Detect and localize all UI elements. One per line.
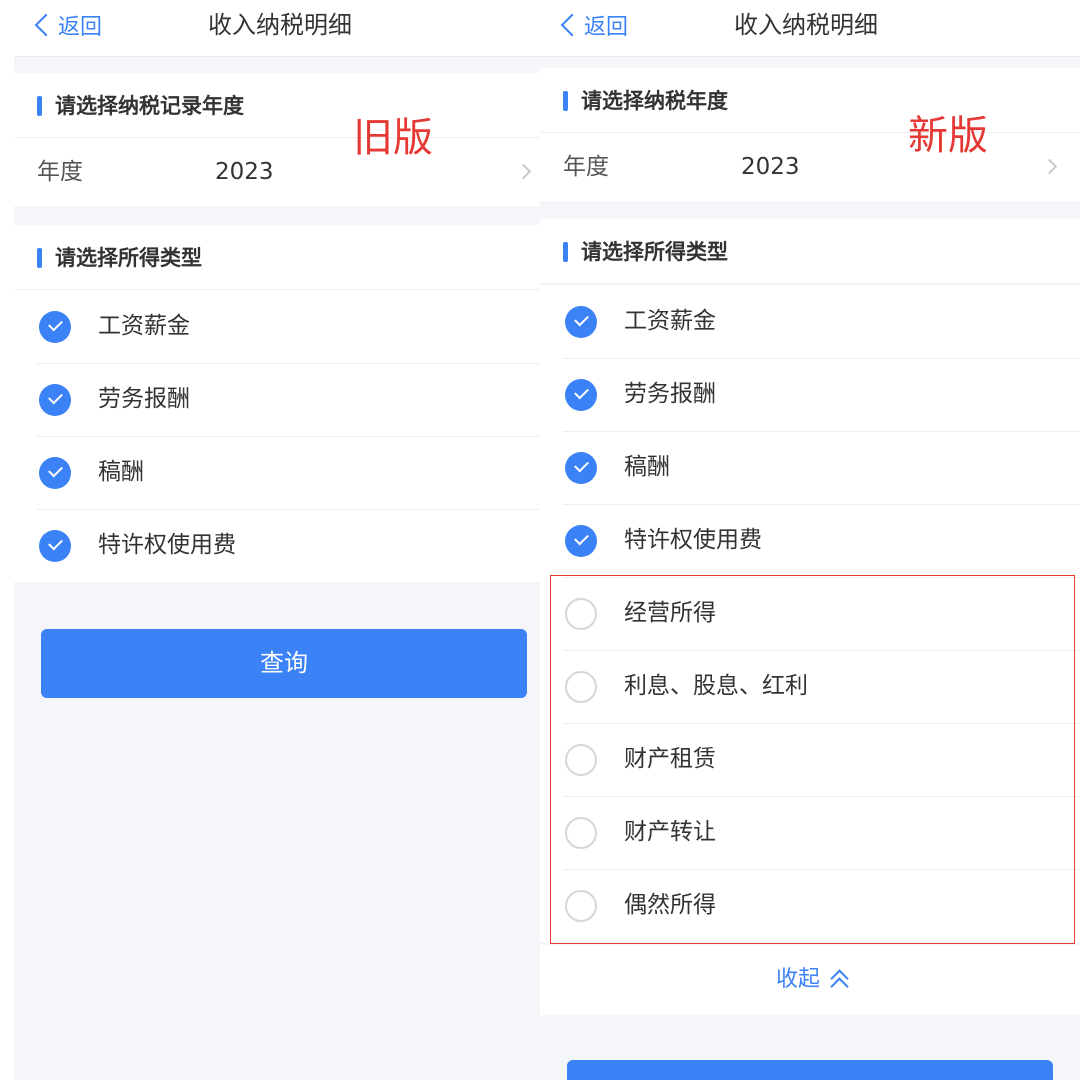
collapse-button[interactable]: 收起 <box>776 963 850 997</box>
year-section-header: 请选择纳税记录年度 <box>14 73 540 138</box>
section-marker <box>37 96 42 116</box>
income-type-label: 稿酬 <box>98 459 144 485</box>
back-label: 返回 <box>58 15 103 40</box>
chevron-left-icon <box>34 13 58 37</box>
income-section-title: 请选择所得类型 <box>55 246 202 270</box>
year-selector[interactable]: 年度 2023 <box>540 133 1080 201</box>
collapse-row: 收起 <box>540 945 1080 1015</box>
income-section-header: 请选择所得类型 <box>540 219 1080 284</box>
old-version-panel: 返回 收入纳税明细 请选择纳税记录年度 年度 2023 请选择所得类型 工资薪金… <box>14 0 540 1080</box>
year-value: 2023 <box>741 154 800 180</box>
income-type-option[interactable]: 稿酬 <box>540 431 1080 504</box>
income-type-label: 工资薪金 <box>98 313 190 339</box>
income-type-option[interactable]: 劳务报酬 <box>14 363 540 436</box>
back-button[interactable]: 返回 <box>34 8 102 42</box>
income-type-label: 工资薪金 <box>624 308 716 334</box>
income-section-header: 请选择所得类型 <box>14 225 540 290</box>
collapse-label: 收起 <box>776 967 821 992</box>
income-section-title: 请选择所得类型 <box>581 240 728 264</box>
income-type-label: 特许权使用费 <box>624 527 762 553</box>
year-section-title: 请选择纳税记录年度 <box>55 94 244 118</box>
year-section-title: 请选择纳税年度 <box>581 89 728 113</box>
section-marker <box>563 91 568 111</box>
year-section-header: 请选择纳税年度 <box>540 68 1080 133</box>
section-marker <box>563 242 568 262</box>
chevron-right-icon[interactable] <box>1041 158 1058 175</box>
income-type-option[interactable]: 稿酬 <box>14 436 540 509</box>
back-button[interactable]: 返回 <box>560 8 628 42</box>
checked-circle-icon[interactable] <box>565 452 597 484</box>
income-type-option[interactable]: 特许权使用费 <box>540 504 1080 577</box>
checked-circle-icon[interactable] <box>39 530 71 562</box>
income-type-label: 特许权使用费 <box>98 532 236 558</box>
page-title: 收入纳税明细 <box>208 11 352 39</box>
new-version-tag: 新版 <box>908 113 988 159</box>
checked-circle-icon[interactable] <box>39 457 71 489</box>
year-label: 年度 <box>563 154 609 180</box>
income-type-option[interactable]: 工资薪金 <box>540 285 1080 358</box>
checked-circle-icon[interactable] <box>565 525 597 557</box>
checked-circle-icon[interactable] <box>39 384 71 416</box>
income-type-label: 稿酬 <box>624 454 670 480</box>
query-button[interactable] <box>567 1060 1053 1080</box>
checked-circle-icon[interactable] <box>565 306 597 338</box>
income-type-option[interactable]: 工资薪金 <box>14 290 540 363</box>
chevron-right-icon[interactable] <box>515 163 532 180</box>
checked-circle-icon[interactable] <box>39 311 71 343</box>
income-type-option[interactable]: 劳务报酬 <box>540 358 1080 431</box>
year-value: 2023 <box>215 159 274 185</box>
query-button[interactable]: 查询 <box>41 629 527 698</box>
chevron-left-icon <box>560 13 584 37</box>
year-label: 年度 <box>37 159 83 185</box>
checked-circle-icon[interactable] <box>565 379 597 411</box>
year-selector[interactable]: 年度 2023 <box>14 138 540 206</box>
income-type-list: 工资薪金劳务报酬稿酬特许权使用费 <box>14 290 540 582</box>
section-marker <box>37 248 42 268</box>
double-chevron-up-icon <box>828 969 850 996</box>
old-version-tag: 旧版 <box>353 115 433 161</box>
new-options-highlight-box <box>550 575 1075 944</box>
income-type-label: 劳务报酬 <box>98 386 190 412</box>
new-version-panel: 返回 收入纳税明细 请选择纳税年度 年度 2023 请选择所得类型 工资薪金劳务… <box>540 0 1080 1080</box>
income-type-option[interactable]: 特许权使用费 <box>14 509 540 582</box>
back-label: 返回 <box>584 15 629 40</box>
page-title: 收入纳税明细 <box>734 11 878 39</box>
navbar: 返回 收入纳税明细 <box>540 0 1080 57</box>
navbar: 返回 收入纳税明细 <box>14 0 540 57</box>
income-type-label: 劳务报酬 <box>624 381 716 407</box>
